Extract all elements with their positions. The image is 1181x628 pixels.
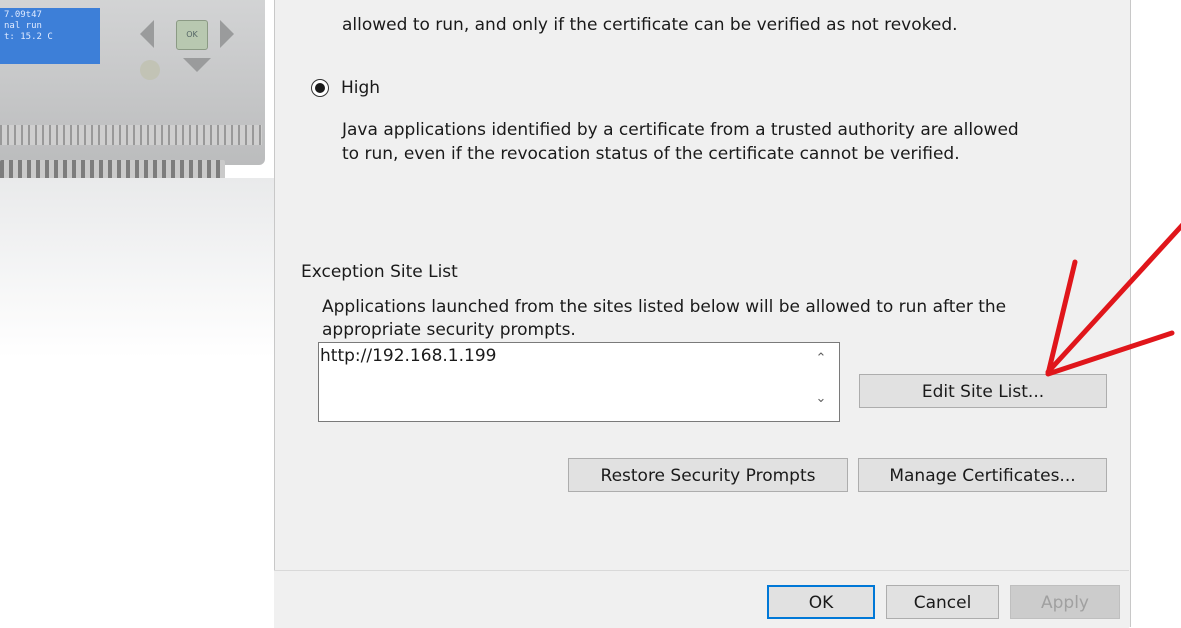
device-knob [140, 60, 160, 80]
apply-button[interactable]: Apply [1010, 585, 1120, 619]
high-security-description-line1: Java applications identified by a certif… [342, 120, 1019, 140]
dialog-footer [274, 570, 1129, 628]
exception-site-listbox[interactable]: http://192.168.1.199 ⌃ ⌄ [318, 342, 840, 422]
device-down-arrow-icon [183, 58, 211, 72]
manage-certificates-button[interactable]: Manage Certificates... [858, 458, 1107, 492]
device-shadow [0, 178, 274, 358]
edit-site-list-button[interactable]: Edit Site List... [859, 374, 1107, 408]
device-terminal-block [0, 160, 225, 180]
lcd-line: 7.09t47 [4, 10, 42, 20]
device-left-arrow-icon [140, 20, 154, 48]
high-security-description-line2: to run, even if the revocation status of… [342, 144, 960, 164]
security-level-text-continued: allowed to run, and only if the certific… [342, 15, 958, 35]
exception-site-list-description-line1: Applications launched from the sites lis… [322, 297, 1007, 317]
device-lcd-display: 7.09t47 nal run t: 15.2 C [0, 8, 100, 64]
device-ok-key: OK [176, 20, 208, 50]
ok-button[interactable]: OK [767, 585, 875, 619]
scroll-up-icon[interactable]: ⌃ [813, 351, 829, 367]
background-device-image: 7.09t47 nal run t: 15.2 C OK [0, 0, 274, 627]
high-security-radio[interactable] [311, 79, 329, 97]
exception-site-list-description-line2: appropriate security prompts. [322, 320, 576, 340]
device-right-arrow-icon [220, 20, 234, 48]
restore-security-prompts-button[interactable]: Restore Security Prompts [568, 458, 848, 492]
lcd-line: t: 15.2 C [4, 32, 53, 42]
lcd-line: nal run [4, 21, 42, 31]
site-list-item[interactable]: http://192.168.1.199 [320, 345, 496, 368]
scroll-down-icon[interactable]: ⌄ [813, 391, 829, 407]
device-vent-strip [0, 125, 262, 145]
exception-site-list-heading: Exception Site List [301, 262, 458, 282]
high-security-label[interactable]: High [341, 77, 380, 100]
cancel-button[interactable]: Cancel [886, 585, 999, 619]
